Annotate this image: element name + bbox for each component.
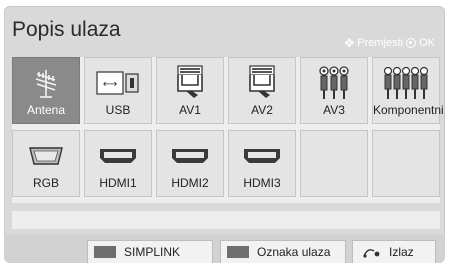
input-tile-component[interactable]: Komponentni	[372, 57, 444, 124]
exit-button[interactable]: Izlaz	[352, 240, 436, 263]
ok-button-icon	[406, 38, 417, 48]
input-tile-hdmi3[interactable]: HDMI3	[228, 130, 296, 197]
simplink-button[interactable]: SIMPLINK	[87, 240, 213, 263]
navigation-hint: ✥ Premjesti OK	[344, 36, 435, 50]
input-label: Antena	[26, 103, 66, 117]
input-tile-av2[interactable]: AV2	[228, 57, 296, 124]
scart-icon	[157, 64, 223, 102]
divider-strip	[12, 211, 440, 229]
input-label: USB	[105, 103, 131, 117]
hint-move-label: Premjesti	[357, 37, 404, 49]
empty-tile	[372, 130, 440, 197]
input-tile-usb[interactable]: ⟷ USB	[84, 57, 152, 124]
exit-label: Izlaz	[389, 245, 414, 259]
page-title: Popis ulaza	[12, 18, 121, 41]
input-tile-hdmi2[interactable]: HDMI2	[156, 130, 224, 197]
input-tile-av1[interactable]: AV1	[156, 57, 224, 124]
vga-icon	[13, 137, 79, 175]
move-arrows-icon: ✥	[344, 36, 355, 50]
input-tile-av3[interactable]: AV3	[300, 57, 368, 124]
hint-ok-label: OK	[419, 37, 435, 49]
exit-icon	[363, 246, 381, 258]
input-label-button[interactable]: Oznaka ulaza	[220, 240, 346, 263]
color-key-icon	[94, 246, 116, 258]
input-tile-rgb[interactable]: RGB	[12, 130, 80, 197]
input-tile-hdmi1[interactable]: HDMI1	[84, 130, 152, 197]
input-label: RGB	[32, 176, 59, 190]
input-label: AV1	[179, 103, 201, 117]
hdmi-icon	[85, 137, 151, 175]
empty-tile	[300, 130, 368, 197]
input-label: AV2	[251, 103, 273, 117]
input-label: HDMI1	[99, 176, 137, 190]
input-label-button-label: Oznaka ulaza	[257, 245, 331, 259]
input-label: HDMI2	[171, 176, 209, 190]
input-label: Komponentni	[373, 103, 444, 117]
input-label: AV3	[323, 103, 345, 117]
footer-bar: SIMPLINK Oznaka ulaza Izlaz	[4, 234, 445, 263]
simplink-label: SIMPLINK	[124, 245, 181, 259]
rca-icon	[301, 64, 367, 102]
hdmi-icon	[157, 137, 223, 175]
component-icon	[373, 64, 439, 102]
input-tile-antenna[interactable]: Antena	[12, 57, 80, 124]
input-grid: Antena ⟷ USB AV1 AV2 AV3 Komponentni RGB…	[12, 57, 444, 203]
scart-icon	[229, 64, 295, 102]
color-key-icon	[227, 246, 249, 258]
usb-icon: ⟷	[85, 64, 151, 102]
input-list-panel: Popis ulaza ✥ Premjesti OK Antena ⟷ USB …	[4, 6, 445, 263]
svg-text:⟷: ⟷	[103, 79, 117, 90]
input-label: HDMI3	[243, 176, 281, 190]
hdmi-icon	[229, 137, 295, 175]
antenna-icon	[13, 64, 79, 102]
